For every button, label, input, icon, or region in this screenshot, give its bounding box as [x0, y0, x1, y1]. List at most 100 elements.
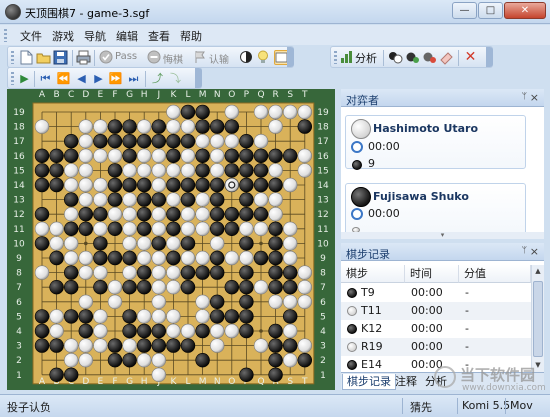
panel-close-icon[interactable]: ×: [530, 245, 539, 258]
maximize-button[interactable]: □: [478, 2, 503, 19]
row-label: 6: [320, 298, 326, 308]
black-stone: [137, 280, 152, 295]
row-label: 3: [16, 342, 22, 352]
black-stone: [268, 323, 283, 339]
moves-scrollbar[interactable]: ▲ ▼: [531, 265, 544, 372]
table-row[interactable]: T9 00:00 -: [341, 284, 531, 302]
menu-file[interactable]: 文件: [20, 28, 42, 44]
title-bar: 天顶围棋7 - game-3.sgf — □ ✕: [0, 0, 550, 24]
white-stone: [151, 148, 167, 164]
black-stone: [239, 309, 254, 324]
column-label: L: [185, 90, 190, 100]
fast-forward-icon[interactable]: ⏩: [108, 71, 123, 86]
pin-icon[interactable]: ᛘ: [522, 92, 527, 102]
black-stone: [137, 133, 152, 149]
panel-scroll-down[interactable]: ▾: [341, 232, 544, 239]
row-label: 11: [317, 225, 328, 235]
status-bar: 投子认负 猜先 Komi 5.5 Mov: [0, 394, 550, 417]
menu-grip[interactable]: [4, 29, 7, 42]
toolbar-overflow[interactable]: [486, 47, 493, 67]
stone-group-icon[interactable]: [405, 50, 420, 65]
tab-analysis[interactable]: 分析: [421, 374, 451, 390]
open-folder-icon[interactable]: [36, 50, 51, 65]
play-icon[interactable]: ▶: [17, 71, 32, 86]
new-file-icon[interactable]: [19, 50, 34, 65]
save-icon[interactable]: [53, 50, 68, 65]
column-header-time[interactable]: 时间: [405, 265, 459, 283]
table-row[interactable]: T11 00:00 -: [341, 302, 531, 320]
black-stone: [253, 250, 269, 266]
menu-edit[interactable]: 编辑: [116, 28, 138, 44]
eraser-icon[interactable]: [439, 50, 454, 65]
print-icon[interactable]: [76, 50, 91, 65]
resign-button[interactable]: 认输: [209, 51, 229, 66]
table-row[interactable]: K12 00:00 -: [341, 320, 531, 338]
last-move-icon[interactable]: ⏭: [126, 71, 141, 86]
column-header-move[interactable]: 棋步: [341, 265, 405, 283]
toolbar-grip[interactable]: [334, 51, 337, 64]
branch-up-icon[interactable]: ⤴: [150, 71, 165, 86]
toolbar-separator: [145, 71, 146, 87]
scroll-thumb[interactable]: [533, 281, 543, 357]
black-stone: [137, 177, 152, 193]
rewind-icon[interactable]: ⏪: [56, 71, 71, 86]
white-stone: [166, 119, 181, 134]
row-label: 19: [317, 108, 329, 118]
status-komi: Komi 5.5: [462, 399, 511, 412]
black-stone-icon: [351, 187, 371, 207]
minimize-button[interactable]: —: [452, 2, 477, 19]
scroll-up-icon[interactable]: ▲: [532, 265, 544, 278]
column-label: Q: [257, 90, 264, 100]
row-label: 11: [13, 225, 24, 235]
previous-move-icon[interactable]: ◀: [74, 71, 89, 86]
undo-button[interactable]: 悔棋: [163, 51, 183, 66]
menu-game[interactable]: 游戏: [52, 28, 74, 44]
white-stone: [268, 163, 283, 178]
first-move-icon[interactable]: ⏮: [38, 71, 53, 86]
branch-down-icon[interactable]: ⤵: [168, 71, 183, 86]
pass-icon: [98, 50, 113, 65]
white-stone: [210, 163, 225, 178]
delete-x-icon[interactable]: ✕: [463, 50, 478, 65]
toolbar-overflow[interactable]: [287, 47, 294, 67]
menu-help[interactable]: 帮助: [180, 28, 202, 44]
analysis-button[interactable]: 分析: [355, 50, 377, 66]
menu-view[interactable]: 查看: [148, 28, 170, 44]
scroll-down-icon[interactable]: ▼: [532, 359, 544, 372]
close-button[interactable]: ✕: [504, 2, 546, 19]
black-stone: [268, 265, 283, 280]
stone-search-icon[interactable]: [422, 50, 437, 65]
column-header-score[interactable]: 分值: [459, 265, 531, 283]
white-stone: [93, 323, 108, 339]
white-stone: [93, 338, 108, 353]
black-stone: [268, 177, 283, 193]
white-stone: [151, 265, 167, 280]
white-stone: [63, 250, 79, 266]
white-stone: [253, 280, 269, 295]
black-stone: [239, 177, 254, 193]
toolbar-grip[interactable]: [11, 72, 14, 85]
player-time: 00:00: [368, 140, 400, 153]
white-stone: [137, 250, 152, 266]
hint-bulb-icon[interactable]: [255, 50, 270, 65]
menu-navigate[interactable]: 导航: [84, 28, 106, 44]
pass-button[interactable]: Pass: [115, 51, 137, 62]
tab-move-list[interactable]: 棋步记录: [342, 374, 396, 390]
go-board[interactable]: AABBCCDDEEFFGGHHJJKKLLMMNNOOPPQQRRSSTT19…: [7, 89, 335, 390]
toolbar-grip[interactable]: [11, 51, 14, 64]
row-label: 15: [317, 166, 328, 176]
half-stone-icon[interactable]: [238, 50, 253, 65]
captured-stone-icon: [352, 160, 362, 170]
pin-icon[interactable]: ᛘ: [522, 246, 527, 256]
stone-pair-icon[interactable]: [388, 50, 403, 65]
table-row[interactable]: R19 00:00 -: [341, 338, 531, 356]
panel-close-icon[interactable]: ×: [530, 91, 539, 104]
white-stone: [78, 177, 94, 193]
toolbar-overflow[interactable]: [195, 68, 202, 88]
next-move-icon[interactable]: ▶: [91, 71, 106, 86]
white-stone: [283, 221, 298, 237]
black-stone: [151, 338, 167, 353]
black-stone: [195, 163, 210, 178]
tab-comments[interactable]: 注释: [391, 374, 421, 390]
white-stone: [34, 265, 50, 280]
